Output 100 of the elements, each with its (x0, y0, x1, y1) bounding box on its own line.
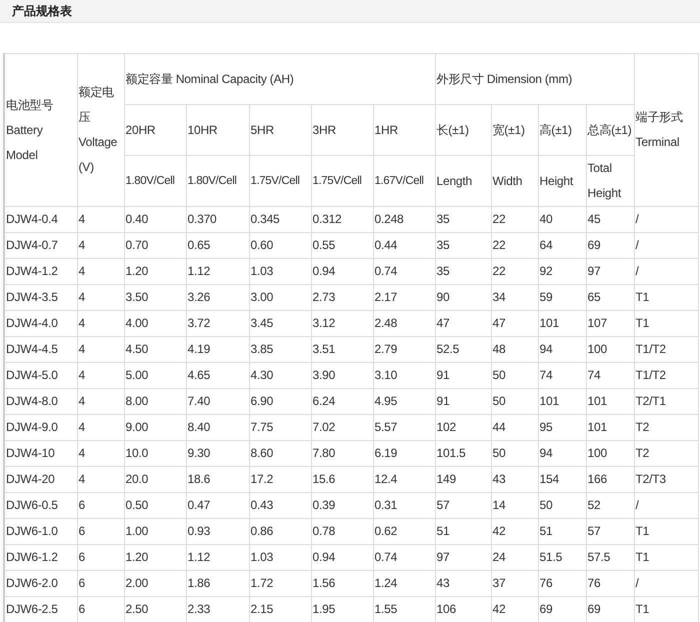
header-cell: 1.80V/Cell (124, 156, 186, 206)
table-cell: 50 (491, 440, 538, 466)
table-cell: DJW6-2.5 (4, 596, 77, 622)
table-cell: 101 (586, 388, 634, 414)
table-cell: 0.78 (311, 518, 373, 544)
table-cell: 14 (491, 492, 538, 518)
table-cell: DJW4-10 (4, 440, 77, 466)
table-cell: 3.12 (311, 310, 373, 336)
table-cell: 52.5 (435, 336, 491, 362)
table-cell: 3.10 (373, 362, 435, 388)
table-cell: / (634, 258, 698, 284)
table-cell: T2 (634, 414, 698, 440)
table-cell: 4 (77, 362, 124, 388)
table-cell: 0.47 (186, 492, 249, 518)
table-cell: / (634, 492, 698, 518)
table-cell: 7.40 (186, 388, 249, 414)
table-cell: 20.0 (124, 466, 186, 492)
table-cell: 4.30 (249, 362, 311, 388)
table-cell: DJW4-20 (4, 466, 77, 492)
header-cell: 10HR (186, 104, 249, 156)
table-cell: 0.65 (186, 232, 249, 258)
header-cell: 额定容量 Nominal Capacity (AH) (124, 54, 435, 104)
table-cell: 69 (538, 596, 586, 622)
table-cell: 64 (538, 232, 586, 258)
table-cell: 100 (586, 336, 634, 362)
table-cell: 0.74 (373, 544, 435, 570)
table-cell: 97 (435, 544, 491, 570)
table-cell: 76 (538, 570, 586, 596)
table-cell: / (634, 232, 698, 258)
table-cell: DJW4-5.0 (4, 362, 77, 388)
table-cell: 4 (77, 206, 124, 232)
table-cell: 90 (435, 284, 491, 310)
table-cell: 0.50 (124, 492, 186, 518)
table-cell: DJW6-1.2 (4, 544, 77, 570)
header-cell: 5HR (249, 104, 311, 156)
table-cell: 0.43 (249, 492, 311, 518)
table-cell: 42 (491, 596, 538, 622)
table-cell: 94 (538, 336, 586, 362)
table-cell: 34 (491, 284, 538, 310)
header-cell: 3HR (311, 104, 373, 156)
table-cell: 91 (435, 362, 491, 388)
table-cell: 0.93 (186, 518, 249, 544)
table-cell: 18.6 (186, 466, 249, 492)
table-cell: 42 (491, 518, 538, 544)
table-cell: 6 (77, 518, 124, 544)
table-cell: 4.65 (186, 362, 249, 388)
table-cell: 0.62 (373, 518, 435, 544)
table-cell: 57 (435, 492, 491, 518)
header-cell: Height (538, 156, 586, 206)
table-cell: 0.70 (124, 232, 186, 258)
table-cell: 101 (538, 388, 586, 414)
table-cell: 4 (77, 284, 124, 310)
table-cell: 48 (491, 336, 538, 362)
table-cell: 107 (586, 310, 634, 336)
table-cell: 9.00 (124, 414, 186, 440)
table-cell: 50 (538, 492, 586, 518)
header-cell: 高(±1) (538, 104, 586, 156)
table-cell: 2.79 (373, 336, 435, 362)
table-cell: 6.90 (249, 388, 311, 414)
table-cell: 74 (586, 362, 634, 388)
table-cell: 154 (538, 466, 586, 492)
table-cell: 3.00 (249, 284, 311, 310)
table-cell: DJW4-9.0 (4, 414, 77, 440)
table-cell: 101 (586, 414, 634, 440)
table-cell: 94 (538, 440, 586, 466)
table-cell: 1.20 (124, 258, 186, 284)
table-cell: 3.85 (249, 336, 311, 362)
table-cell: 4 (77, 336, 124, 362)
table-cell: 12.4 (373, 466, 435, 492)
table-cell: 7.02 (311, 414, 373, 440)
table-cell: T1 (634, 544, 698, 570)
table-cell: 102 (435, 414, 491, 440)
table-cell: 1.03 (249, 544, 311, 570)
table-cell: DJW6-1.0 (4, 518, 77, 544)
header-cell: 端子形式 Terminal (634, 54, 698, 206)
table-cell: 106 (435, 596, 491, 622)
table-cell: 0.312 (311, 206, 373, 232)
table-cell: 4 (77, 414, 124, 440)
table-cell: 2.48 (373, 310, 435, 336)
header-cell: 1.67V/Cell (373, 156, 435, 206)
table-cell: 3.50 (124, 284, 186, 310)
table-cell: T1/T2 (634, 336, 698, 362)
table-cell: 2.15 (249, 596, 311, 622)
header-cell: 1.75V/Cell (249, 156, 311, 206)
table-cell: 76 (586, 570, 634, 596)
table-cell: 7.80 (311, 440, 373, 466)
header-cell: Length (435, 156, 491, 206)
table-cell: 15.6 (311, 466, 373, 492)
header-cell: 20HR (124, 104, 186, 156)
table-cell: 97 (586, 258, 634, 284)
table-cell: 4.50 (124, 336, 186, 362)
table-cell: 95 (538, 414, 586, 440)
table-cell: 1.72 (249, 570, 311, 596)
table-cell: 0.40 (124, 206, 186, 232)
table-cell: 40 (538, 206, 586, 232)
table-cell: DJW6-0.5 (4, 492, 77, 518)
table-cell: / (634, 206, 698, 232)
table-cell: 51 (538, 518, 586, 544)
table-cell: 51 (435, 518, 491, 544)
table-cell: 1.95 (311, 596, 373, 622)
